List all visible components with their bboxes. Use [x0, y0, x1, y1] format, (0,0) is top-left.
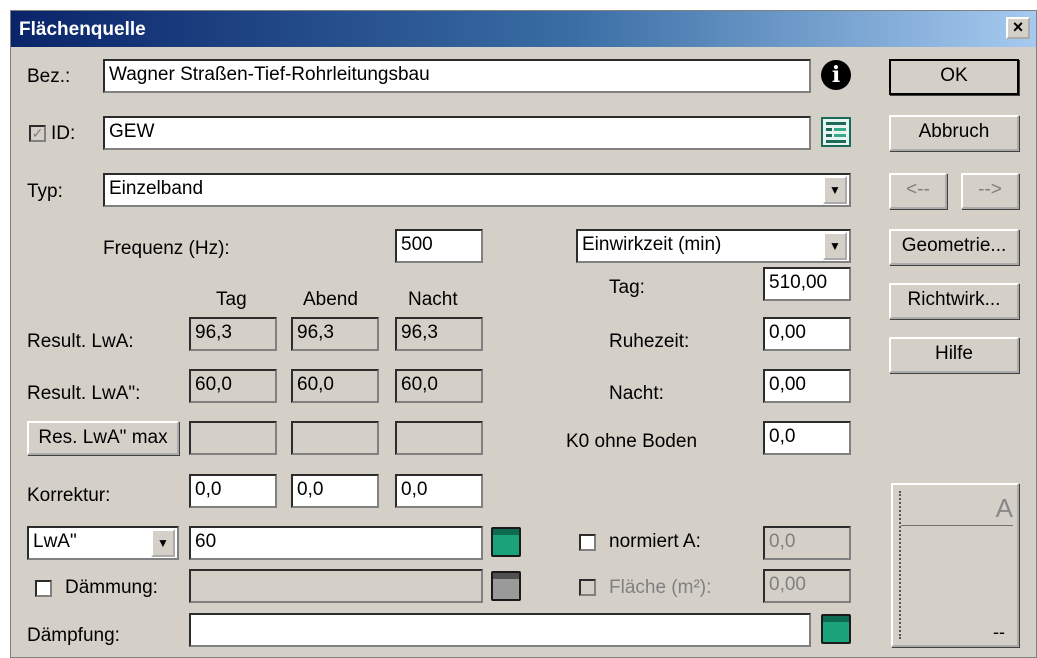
bez-input[interactable]: Wagner Straßen-Tief-Rohrleitungsbau — [103, 59, 811, 93]
daempfung-input[interactable] — [189, 613, 811, 647]
lwa-folder-icon[interactable] — [491, 527, 521, 557]
res-max-abend — [291, 421, 379, 455]
typ-label: Typ: — [27, 181, 63, 202]
result-lwa-abend: 96,3 — [291, 317, 379, 351]
id-label: ID: — [51, 123, 76, 144]
daemmung-input — [189, 569, 483, 603]
korrektur-nacht[interactable]: 0,0 — [395, 474, 483, 508]
result-lwa-label: Result. LwA: — [27, 331, 134, 352]
preview-line — [901, 525, 1013, 526]
id-list-icon[interactable] — [821, 117, 851, 147]
id-input[interactable]: GEW — [103, 116, 811, 150]
prev-button[interactable]: <-- — [889, 173, 947, 209]
col-nacht-header: Nacht — [408, 289, 458, 310]
k0-input[interactable]: 0,0 — [763, 421, 851, 455]
ok-button[interactable]: OK — [889, 59, 1019, 95]
preview-axis — [899, 491, 1011, 639]
result-lwa2-label: Result. LwA": — [27, 383, 141, 404]
result-lwa-nacht: 96,3 — [395, 317, 483, 351]
info-icon[interactable]: i — [821, 60, 851, 90]
abbruch-button[interactable]: Abbruch — [889, 115, 1019, 151]
flaeche-label: Fläche (m²): — [609, 577, 712, 598]
einwirkzeit-dropdown-arrow-icon[interactable]: ▼ — [823, 232, 847, 260]
flaeche-checkbox — [579, 579, 596, 596]
result-lwa2-nacht: 60,0 — [395, 369, 483, 403]
normiert-checkbox[interactable] — [579, 534, 596, 551]
frequenz-label: Frequenz (Hz): — [103, 238, 230, 259]
korrektur-abend[interactable]: 0,0 — [291, 474, 379, 508]
preview-letter: A — [995, 493, 1013, 523]
res-max-tag — [189, 421, 277, 455]
time-nacht-label: Nacht: — [609, 383, 664, 404]
id-checkbox[interactable]: ✓ — [29, 125, 46, 142]
korrektur-label: Korrektur: — [27, 485, 111, 506]
result-lwa2-tag: 60,0 — [189, 369, 277, 403]
geometrie-button[interactable]: Geometrie... — [889, 229, 1019, 265]
daemmung-label: Dämmung: — [65, 577, 158, 598]
k0-label: K0 ohne Boden — [566, 431, 698, 452]
daemmung-checkbox[interactable] — [35, 580, 52, 597]
lwa-dropdown-arrow-icon[interactable]: ▼ — [151, 529, 175, 557]
normiert-label: normiert A: — [609, 531, 701, 552]
preview-panel: A -- — [891, 483, 1019, 647]
time-tag-label: Tag: — [609, 277, 645, 298]
flaeche-input: 0,00 — [763, 569, 851, 603]
col-tag-header: Tag — [216, 289, 247, 310]
time-ruhezeit-input[interactable]: 0,00 — [763, 317, 851, 351]
time-nacht-input[interactable]: 0,00 — [763, 369, 851, 403]
res-max-nacht — [395, 421, 483, 455]
result-lwa-tag: 96,3 — [189, 317, 277, 351]
hilfe-button[interactable]: Hilfe — [889, 337, 1019, 373]
title-bar: Flächenquelle × — [11, 11, 1036, 47]
richtwirk-button[interactable]: Richtwirk... — [889, 283, 1019, 319]
lwa-value-input[interactable]: 60 — [189, 526, 483, 560]
col-abend-header: Abend — [303, 289, 358, 310]
result-lwa2-abend: 60,0 — [291, 369, 379, 403]
daemmung-folder-icon — [491, 571, 521, 601]
res-lwa-max-button[interactable]: Res. LwA" max — [27, 421, 179, 455]
bez-label: Bez.: — [27, 66, 71, 87]
daempfung-folder-icon[interactable] — [821, 614, 851, 644]
time-tag-input[interactable]: 510,00 — [763, 267, 851, 301]
flaechenquelle-dialog: Flächenquelle × Bez.: Wagner Straßen-Tie… — [10, 10, 1037, 658]
einwirkzeit-select[interactable]: Einwirkzeit (min) — [576, 229, 851, 263]
daempfung-label: Dämpfung: — [27, 625, 120, 646]
close-button[interactable]: × — [1006, 17, 1030, 39]
korrektur-tag[interactable]: 0,0 — [189, 474, 277, 508]
next-button[interactable]: --> — [961, 173, 1019, 209]
window-title: Flächenquelle — [19, 19, 146, 40]
normiert-input: 0,0 — [763, 526, 851, 560]
preview-dash: -- — [993, 622, 1005, 642]
time-ruhezeit-label: Ruhezeit: — [609, 331, 690, 352]
typ-dropdown-arrow-icon[interactable]: ▼ — [823, 176, 847, 204]
frequenz-input[interactable]: 500 — [395, 229, 483, 263]
typ-select[interactable]: Einzelband — [103, 173, 851, 207]
